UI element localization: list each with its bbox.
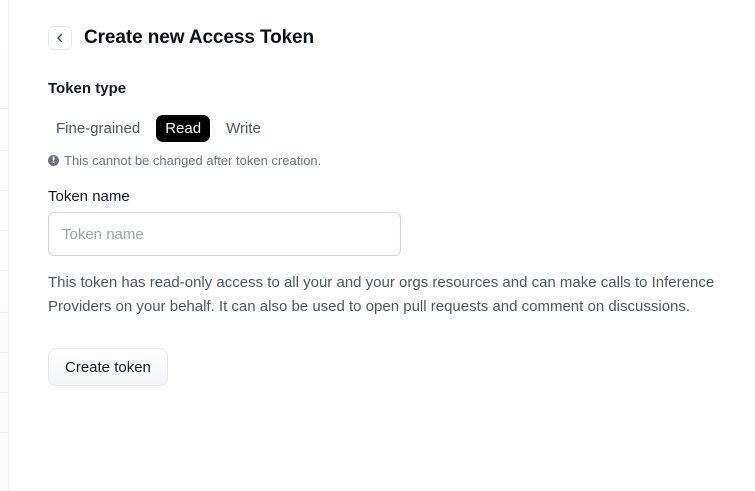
tab-read[interactable]: Read — [156, 115, 211, 142]
token-permission-description: This token has read-only access to all y… — [48, 274, 715, 315]
rail-divider — [0, 270, 8, 271]
back-button[interactable] — [48, 26, 72, 50]
rail-divider — [0, 312, 8, 313]
token-type-label: Token type — [48, 80, 127, 97]
page-title: Create new Access Token — [84, 27, 315, 48]
tab-write[interactable]: Write — [218, 115, 269, 142]
token-type-note: ! This cannot be changed after token cre… — [48, 153, 321, 168]
token-type-selector: Fine-grained Read Write — [48, 115, 269, 142]
token-name-label: Token name — [48, 188, 130, 205]
info-icon: ! — [48, 155, 59, 166]
create-token-button[interactable]: Create token — [48, 348, 168, 386]
rail-divider — [0, 230, 8, 231]
rail-divider — [0, 352, 8, 353]
rail-divider — [0, 392, 8, 393]
rail-divider — [0, 108, 8, 109]
left-sidebar-edge — [0, 0, 9, 491]
page-header: Create new Access Token — [48, 26, 314, 50]
token-name-input[interactable] — [48, 212, 401, 256]
rail-divider — [0, 432, 8, 433]
chevron-left-icon — [57, 33, 63, 43]
tab-fine-grained[interactable]: Fine-grained — [48, 115, 148, 142]
rail-divider — [0, 190, 8, 191]
rail-divider — [0, 150, 8, 151]
token-type-note-text: This cannot be changed after token creat… — [64, 153, 322, 168]
